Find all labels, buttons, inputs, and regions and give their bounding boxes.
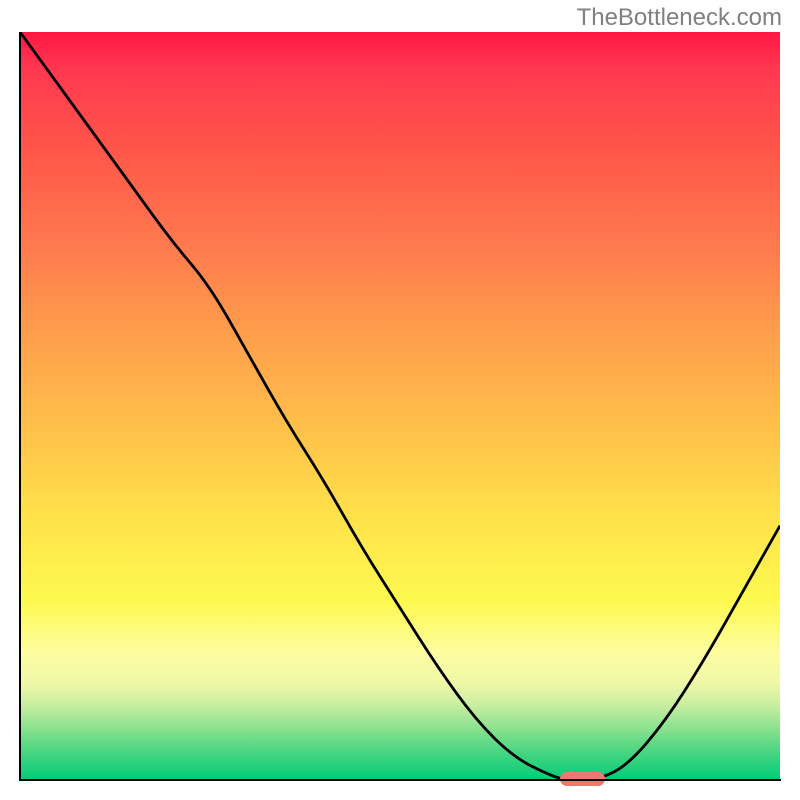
bottleneck-curve bbox=[20, 32, 780, 780]
curve-svg bbox=[20, 32, 780, 780]
watermark-label: TheBottleneck.com bbox=[577, 4, 782, 32]
x-axis-line bbox=[19, 779, 781, 781]
chart-plot-area bbox=[20, 32, 780, 780]
y-axis-line bbox=[19, 32, 21, 781]
